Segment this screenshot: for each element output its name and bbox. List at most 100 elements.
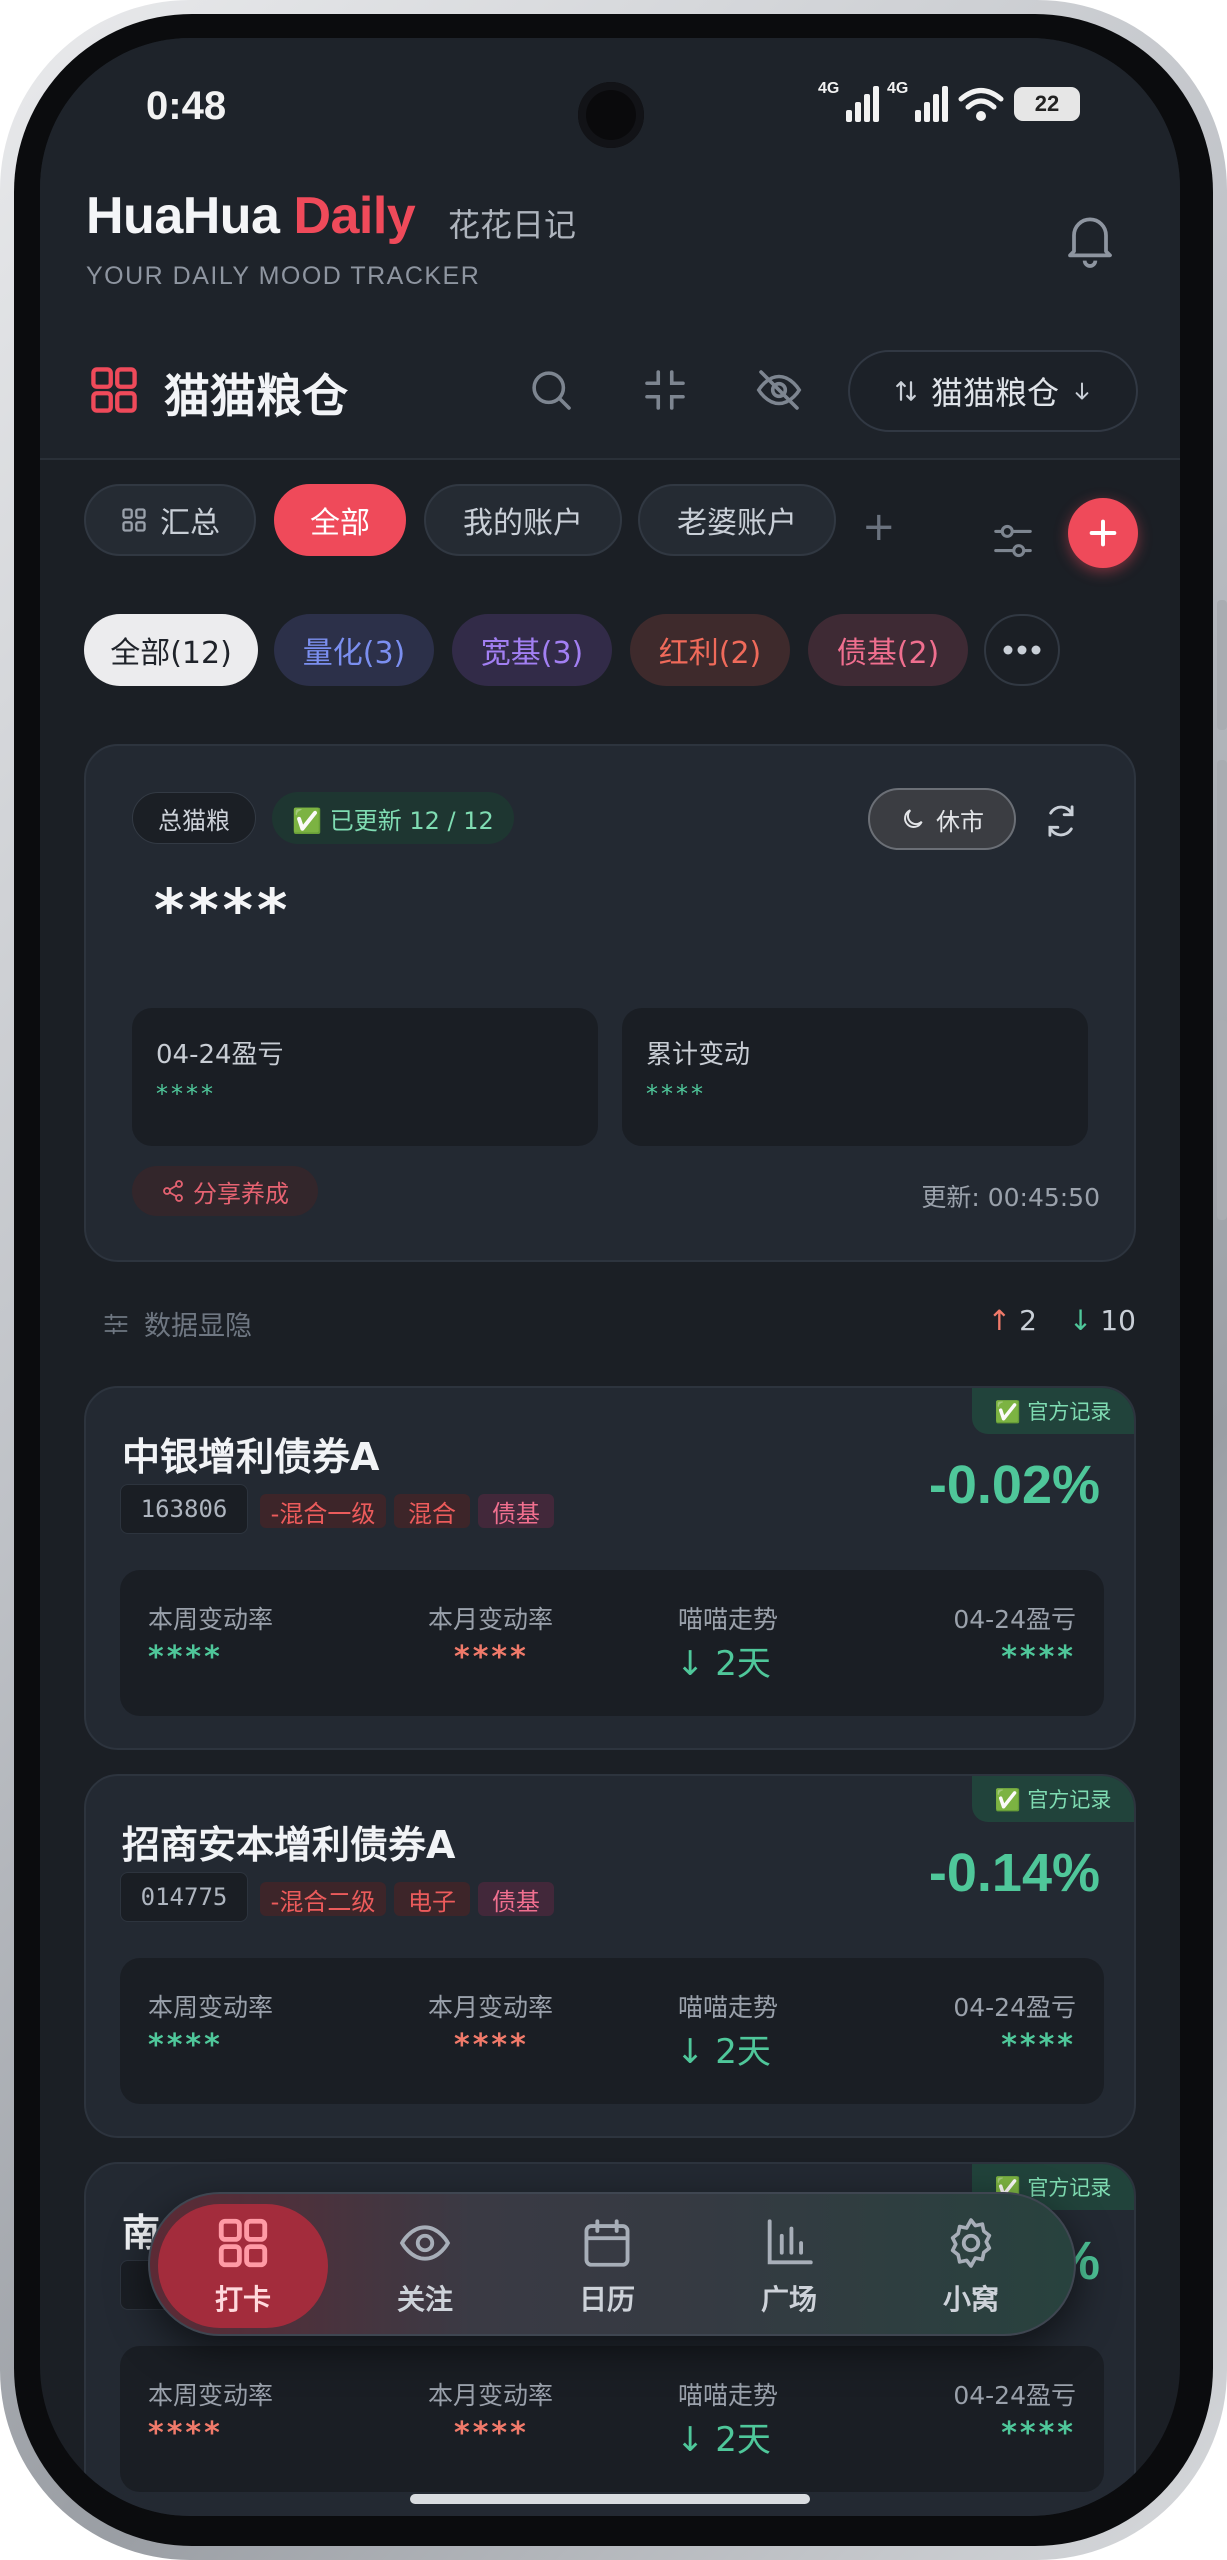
eye-icon	[399, 2225, 451, 2261]
cumulative-change-value: ****	[646, 1080, 706, 1108]
tab-my-account[interactable]: 我的账户	[424, 484, 622, 556]
eye-off-icon[interactable]	[752, 363, 806, 417]
bottom-nav: 打卡 关注 日历 广场 小窝	[148, 2192, 1076, 2336]
sort-icon	[896, 381, 916, 401]
app-title-primary: HuaHua	[86, 187, 280, 245]
app-title: HuaHua Daily	[86, 186, 416, 246]
tab-wife-account[interactable]: 老婆账户	[638, 484, 836, 556]
bar-chart-icon	[767, 2219, 813, 2265]
daily-pnl-value: ****	[1001, 1640, 1076, 1675]
category-broad-index[interactable]: 宽基(3)	[452, 614, 612, 686]
category-all[interactable]: 全部(12)	[84, 614, 258, 686]
gear-icon	[950, 2218, 992, 2268]
trend-label: 喵喵走势	[678, 1993, 779, 2022]
collapse-icon[interactable]	[638, 363, 692, 417]
trend-label: 喵喵走势	[678, 2381, 779, 2410]
fund-card[interactable]: ✅ 官方记录 中银增利债券A 163806 -混合一级 混合 债基 -0.02%…	[84, 1386, 1136, 1750]
up-down-counter: ↑ 2 ↓ 10	[988, 1304, 1136, 1337]
more-categories-button[interactable]	[984, 614, 1060, 686]
trend-value: ↓ 2天	[676, 2420, 771, 2460]
front-camera	[578, 82, 644, 148]
category-quant[interactable]: 量化(3)	[274, 614, 434, 686]
grid-icon	[122, 508, 146, 532]
monthly-change-label: 本月变动率	[428, 2381, 554, 2410]
add-fund-button[interactable]	[1068, 498, 1138, 568]
nav-plaza[interactable]: 广场	[714, 2194, 864, 2338]
market-status-button[interactable]: 休市	[868, 788, 1016, 850]
bell-icon[interactable]	[1058, 206, 1122, 270]
power-button	[1217, 1020, 1227, 1220]
nav-watch-label: 关注	[396, 2283, 453, 2316]
nav-watch[interactable]: 关注	[350, 2194, 500, 2338]
share-icon	[163, 1180, 183, 1202]
battery-icon: 22	[1014, 87, 1080, 121]
fund-tag: 混合	[394, 1494, 470, 1528]
trend-value: ↓ 2天	[676, 1644, 771, 1684]
search-icon[interactable]	[524, 363, 578, 417]
nav-home[interactable]: 小窝	[896, 2194, 1046, 2338]
screen: 0:48 4G 4G 22 HuaHua Daily 花花日记 YOUR DAI…	[40, 38, 1180, 2516]
calendar-icon	[584, 2219, 630, 2267]
page-title: 猫猫粮仓	[164, 369, 348, 423]
weekly-change-value: ****	[148, 2028, 223, 2063]
filter-icon[interactable]	[990, 518, 1036, 564]
fund-tag: -混合一级	[260, 1494, 386, 1528]
status-time: 0:48	[146, 84, 227, 128]
arrow-down-icon	[1075, 382, 1089, 400]
daily-pnl-box: 04-24盈亏 ****	[132, 1008, 598, 1146]
home-indicator[interactable]	[410, 2494, 810, 2504]
official-record-badge: ✅ 官方记录	[972, 1776, 1134, 1822]
nav-checkin[interactable]: 打卡	[168, 2194, 318, 2338]
tab-summary[interactable]: 汇总	[84, 484, 256, 556]
summary-badge: 总猫粮	[132, 792, 256, 844]
network-type-label: 4G	[818, 80, 840, 97]
fund-tag: -混合二级	[260, 1882, 386, 1916]
daily-pnl-label: 04-24盈亏	[156, 1040, 284, 1070]
more-icon	[1003, 645, 1041, 655]
header-divider	[40, 458, 1180, 460]
market-status-label: 休市	[936, 807, 984, 836]
monthly-change-label: 本月变动率	[428, 1993, 554, 2022]
volume-up-button	[1217, 600, 1227, 730]
daily-pnl-label: 04-24盈亏	[953, 1605, 1076, 1634]
data-visibility-label: 数据显隐	[144, 1311, 252, 1342]
grid-icon	[218, 2218, 268, 2268]
official-record-badge: ✅ 官方记录	[972, 1388, 1134, 1434]
nav-checkin-label: 打卡	[214, 2283, 271, 2316]
sliders-icon	[104, 1313, 128, 1334]
up-count: 2	[1019, 1304, 1037, 1337]
refresh-icon[interactable]	[1042, 802, 1080, 840]
weekly-change-label: 本周变动率	[148, 1605, 274, 1634]
weekly-change-label: 本周变动率	[148, 2381, 274, 2410]
category-bond[interactable]: 债基(2)	[808, 614, 968, 686]
trend-value: ↓ 2天	[676, 2032, 771, 2072]
app-title-accent: Daily	[293, 187, 416, 245]
arrow-down-icon: ↓	[1068, 1304, 1093, 1337]
cell-signal-icon: 4G	[818, 80, 879, 122]
fund-name: 中银增利债券A	[122, 1435, 380, 1479]
fund-change-percent: -0.02%	[928, 1455, 1100, 1515]
data-visibility-toggle[interactable]: 数据显隐	[102, 1304, 252, 1343]
volume-down-button	[1217, 760, 1227, 970]
add-account-button[interactable]: +	[862, 504, 896, 550]
weekly-change-value: ****	[148, 2416, 223, 2451]
nav-calendar[interactable]: 日历	[532, 2194, 682, 2338]
tab-all-accounts[interactable]: 全部	[274, 484, 406, 556]
category-dividend[interactable]: 红利(2)	[630, 614, 790, 686]
fund-card[interactable]: ✅ 官方记录 招商安本增利债券A 014775 -混合二级 电子 债基 -0.1…	[84, 1774, 1136, 2138]
daily-pnl-value: ****	[156, 1080, 216, 1108]
fund-stats: 本周变动率 **** 本月变动率 **** 喵喵走势 ↓ 2天 04-24盈亏 …	[120, 1570, 1104, 1716]
monthly-change-label: 本月变动率	[428, 1605, 554, 1634]
sort-selector[interactable]: 猫猫粮仓	[848, 350, 1138, 432]
fund-code: 163806	[120, 1484, 248, 1534]
fund-stats: 本周变动率 **** 本月变动率 **** 喵喵走势 ↓ 2天 04-24盈亏 …	[120, 2346, 1104, 2492]
fund-name: 招商安本增利债券A	[122, 1823, 456, 1867]
share-button[interactable]: 分享养成	[132, 1166, 318, 1216]
update-status-badge: ✅ 已更新 12 / 12	[272, 792, 514, 844]
cell-signal-icon: 4G	[887, 80, 948, 122]
grid-icon	[91, 367, 137, 413]
status-icons: 4G 4G 22	[818, 80, 1080, 122]
down-count: 10	[1100, 1304, 1136, 1337]
weekly-change-label: 本周变动率	[148, 1993, 274, 2022]
fund-change-percent: -0.14%	[928, 1843, 1100, 1903]
